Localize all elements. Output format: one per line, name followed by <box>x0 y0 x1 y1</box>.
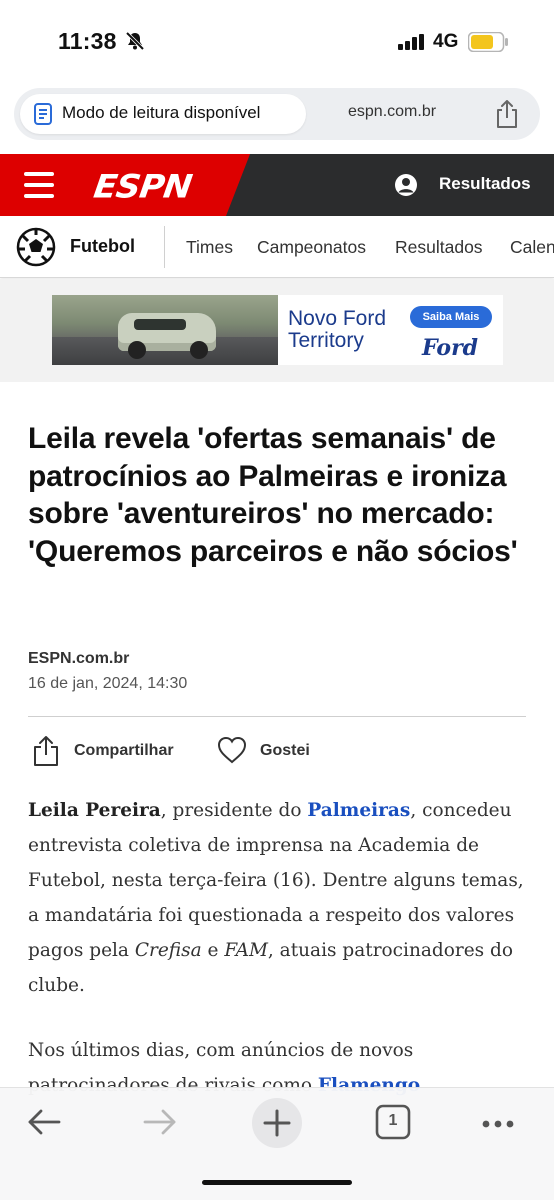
ad-car-photo <box>52 295 278 365</box>
meta-divider <box>28 716 526 717</box>
sponsor-crefisa: Crefisa <box>134 940 202 961</box>
share-icon[interactable] <box>494 99 520 134</box>
status-bar: 11:38 4G <box>0 0 554 80</box>
browser-address-area: Modo de leitura disponível espn.com.br <box>0 84 554 154</box>
reader-mode-button[interactable]: Modo de leitura disponível <box>20 94 306 134</box>
paragraph-text: , presidente do <box>160 800 308 821</box>
url-domain[interactable]: espn.com.br <box>348 103 436 121</box>
heart-icon[interactable] <box>217 736 247 769</box>
results-link[interactable]: Resultados <box>439 174 531 194</box>
share-article-button[interactable]: Compartilhar <box>74 742 174 760</box>
subnav-item-resultados[interactable]: Resultados <box>395 237 483 258</box>
document-icon <box>34 103 52 130</box>
ad-area: Novo Ford Territory Saiba Mais Ford <box>0 279 554 382</box>
person-name: Leila Pereira <box>28 800 161 821</box>
subnav-item-calendario[interactable]: Calendário <box>510 237 554 258</box>
paragraph-text: e <box>201 940 225 961</box>
subnav-item-times[interactable]: Times <box>186 237 233 258</box>
menu-icon[interactable] <box>24 172 54 198</box>
more-options-icon[interactable] <box>481 1116 515 1134</box>
ad-headline-line1: Novo Ford <box>288 307 387 330</box>
article-source: ESPN.com.br <box>28 650 130 667</box>
address-bar[interactable]: Modo de leitura disponível espn.com.br <box>14 88 540 140</box>
subnav-item-campeonatos[interactable]: Campeonatos <box>257 237 366 258</box>
palmeiras-link[interactable]: Palmeiras <box>307 800 410 821</box>
article-headline: Leila revela 'ofertas semanais' de patro… <box>28 422 518 568</box>
tab-count: 1 <box>388 1112 398 1129</box>
ad-cta-button[interactable]: Saiba Mais <box>410 306 492 328</box>
new-tab-plus-icon[interactable] <box>251 1097 303 1154</box>
share-article-icon[interactable] <box>32 735 60 772</box>
ford-logo: Ford <box>422 335 479 361</box>
back-arrow-icon[interactable] <box>26 1108 62 1141</box>
network-type: 4G <box>433 31 459 52</box>
article-date: 16 de jan, 2024, 14:30 <box>28 675 188 692</box>
sport-subnav: Futebol Times Campeonatos Resultados Cal… <box>0 216 554 278</box>
subnav-divider <box>164 226 165 268</box>
paragraph-text: , concedeu entrevista coletiva de impren… <box>28 800 524 961</box>
article-paragraph-1: Leila Pereira, presidente do Palmeiras, … <box>28 793 528 1003</box>
user-account-icon[interactable] <box>394 173 418 202</box>
reader-mode-label: Modo de leitura disponível <box>62 103 261 122</box>
espn-header: ESPN Resultados <box>0 154 554 216</box>
espn-logo[interactable]: ESPN <box>91 168 193 206</box>
forward-arrow-icon[interactable] <box>142 1108 178 1141</box>
sport-title[interactable]: Futebol <box>70 236 135 257</box>
status-time: 11:38 <box>58 28 117 54</box>
soccer-ball-icon <box>16 227 56 272</box>
sponsor-fam: FAM <box>224 940 268 961</box>
ad-headline-line2: Territory <box>288 329 364 352</box>
home-indicator <box>202 1180 352 1185</box>
bell-muted-icon <box>124 30 146 57</box>
like-button[interactable]: Gostei <box>260 742 310 760</box>
cellular-signal-icon <box>398 34 426 55</box>
ford-ad-banner[interactable]: Novo Ford Territory Saiba Mais Ford <box>52 295 503 365</box>
battery-icon <box>467 31 510 57</box>
